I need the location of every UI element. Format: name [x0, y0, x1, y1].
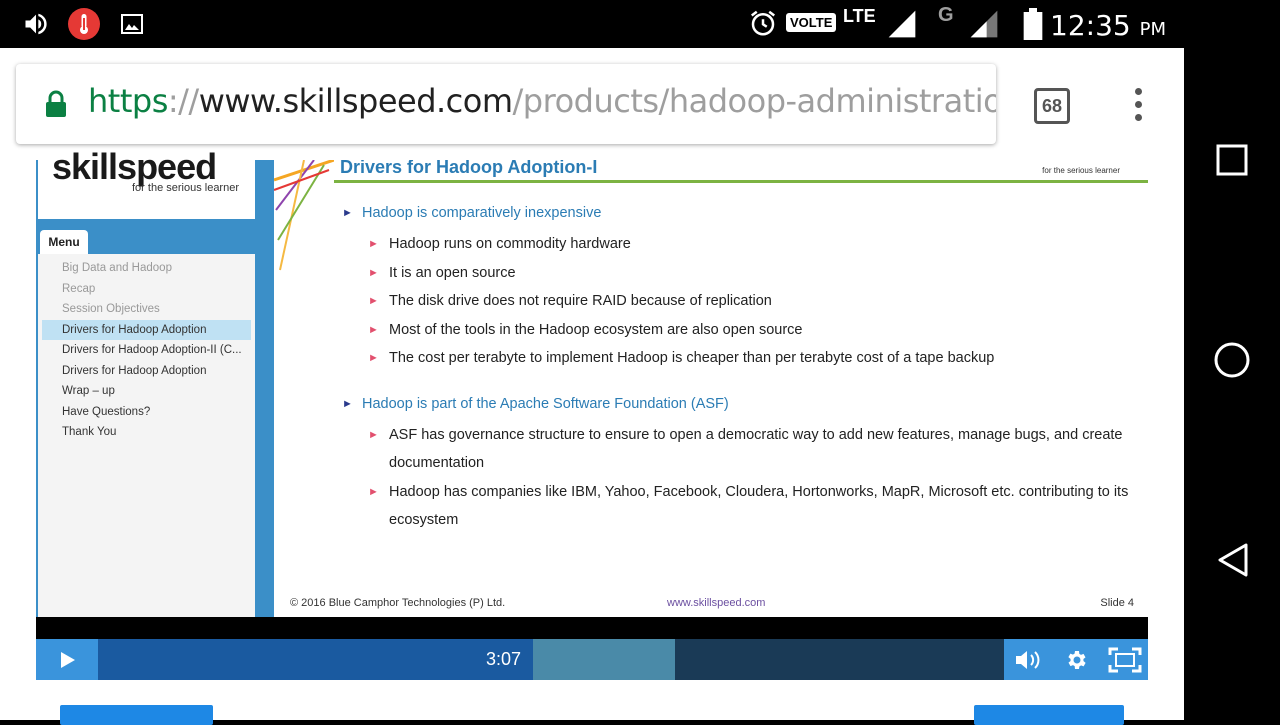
battery-icon [1023, 8, 1043, 40]
menu-tab[interactable]: Menu [40, 230, 88, 254]
slide-number: Slide 4 [1100, 597, 1134, 609]
course-sidebar: skillspeed for the serious learner Menu … [36, 146, 274, 617]
logo-area: skillspeed for the serious learner [38, 146, 255, 219]
menu-item[interactable]: Thank You [38, 422, 255, 443]
bullet-item: Hadoop has companies like IBM, Yahoo, Fa… [342, 478, 1142, 535]
volte-badge: VOLTE [786, 13, 837, 32]
signal-icon [970, 10, 998, 38]
url-text: https://www.skillspeed.com/products/hado… [88, 82, 996, 120]
menu-item[interactable]: Drivers for Hadoop Adoption [42, 319, 251, 340]
menu-item[interactable]: Session Objectives [38, 299, 255, 320]
player-controls: 3:07 [36, 639, 1148, 680]
recents-icon[interactable] [1216, 144, 1248, 176]
lock-icon [46, 90, 66, 117]
play-button[interactable] [36, 639, 98, 680]
signal-icon [888, 10, 916, 38]
menu-item[interactable]: Have Questions? [38, 402, 255, 423]
bullet-item: The cost per terabyte to implement Hadoo… [342, 344, 1142, 373]
home-icon[interactable] [1214, 342, 1250, 378]
lte-label: LTE [843, 6, 876, 26]
clock: 12:35 PM [1050, 9, 1166, 42]
progress-buffered[interactable] [533, 639, 675, 680]
volume-icon [25, 13, 47, 35]
thermometer-icon [68, 8, 100, 40]
bullet-item: It is an open source [342, 259, 1142, 288]
web-content: skillspeed for the serious learner Menu … [0, 146, 1184, 725]
back-icon[interactable] [1216, 542, 1250, 578]
play-icon [61, 652, 75, 668]
menu-item[interactable]: Drivers for Hadoop Adoption [38, 361, 255, 382]
bullet-heading: Hadoop is comparatively inexpensive [342, 202, 1142, 230]
menu-item[interactable]: Big Data and Hadoop [38, 258, 255, 279]
bullet-item: The disk drive does not require RAID bec… [342, 287, 1142, 316]
bullet-heading: Hadoop is part of the Apache Software Fo… [342, 393, 1142, 421]
menu-item[interactable]: Wrap – up [38, 381, 255, 402]
previous-button[interactable] [60, 705, 213, 725]
menu-item[interactable]: Drivers for Hadoop Adoption-II (C... [38, 340, 255, 361]
bullet-item: Hadoop runs on commodity hardware [342, 230, 1142, 259]
tab-switcher-button[interactable]: 68 [1034, 88, 1070, 124]
slide-decoration [274, 160, 334, 271]
volume-icon[interactable] [1014, 648, 1042, 672]
slide-area: Drivers for Hadoop Adoption-I for the se… [274, 160, 1148, 617]
slide-title: Drivers for Hadoop Adoption-I [340, 160, 598, 177]
status-bar: VOLTE LTE G 12:35 PM [0, 0, 1184, 48]
g-label: G [938, 4, 954, 26]
settings-gear-icon[interactable] [1064, 648, 1088, 672]
alarm-icon [751, 10, 775, 36]
slide-copyright: © 2016 Blue Camphor Technologies (P) Ltd… [290, 597, 506, 609]
current-time: 3:07 [486, 649, 522, 669]
progress-played[interactable] [98, 639, 533, 680]
menu-item[interactable]: Recap [38, 279, 255, 300]
browser-toolbar: https://www.skillspeed.com/products/hado… [0, 48, 1184, 160]
course-player: skillspeed for the serious learner Menu … [36, 146, 1148, 680]
image-icon [121, 14, 143, 34]
slide-bullets: Hadoop is comparatively inexpensiveHadoo… [342, 202, 1142, 535]
system-nav-bar [1184, 0, 1280, 720]
bullet-item: ASF has governance structure to ensure t… [342, 421, 1142, 478]
title-underline [334, 180, 1148, 183]
fullscreen-icon[interactable] [1108, 647, 1142, 673]
slide-website: www.skillspeed.com [667, 597, 766, 609]
player-right-controls [1004, 639, 1148, 680]
logo-tagline: for the serious learner [132, 182, 239, 194]
bullet-item: Most of the tools in the Hadoop ecosyste… [342, 316, 1142, 345]
slide-logo-tagline: for the serious learner [1042, 166, 1120, 175]
next-button[interactable] [974, 705, 1124, 725]
address-bar[interactable]: https://www.skillspeed.com/products/hado… [16, 64, 996, 144]
more-options-icon[interactable] [1130, 88, 1146, 128]
menu-list: Big Data and Hadoop Recap Session Objectiv… [38, 254, 255, 617]
